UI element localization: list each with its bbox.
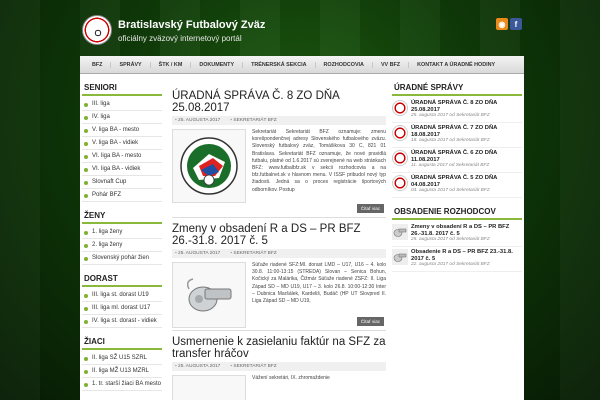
nav-item-dokumenty[interactable]: DOKUMENTY [191,61,244,68]
content-area: SENIORI III. liga IV. liga V. liga BA - … [80,74,524,400]
widget-title-obsadenie-rozhodcov: OBSADENIE ROZHODCOV [392,204,522,220]
facebook-icon[interactable]: f [510,18,522,30]
news-item[interactable]: ÚRADNÁ SPRÁVA Č. 7 ZO DŇA 18.08.2017 18.… [392,123,522,148]
site-header: Bratislavský Futbalový Zväz oficiálny zv… [80,10,524,56]
post: Zmeny v obsadení R a DS – PR BFZ 26.-31.… [172,223,386,331]
post-body: Súťaže riadené SFZ:MI. dorast LMD – U17,… [172,262,386,328]
nav-item-bfz[interactable]: BFZ [84,61,112,68]
main-column: ÚRADNÁ SPRÁVA Č. 8 ZO DŇA 25.08.2017 25.… [172,90,386,400]
post-meta: 25. AUGUSTA 2017 SEKRETARIÁT BFZ [172,116,386,125]
news-item[interactable]: Obsadenie R a DS – PR BFZ 23.-31.8. 2017… [392,247,522,272]
post-body: Sekretariát Sekretariát BFZ oznamuje: zm… [172,129,386,203]
post-title[interactable]: ÚRADNÁ SPRÁVA Č. 8 ZO DŇA 25.08.2017 [172,90,386,114]
news-date: 25. augusta 2017 od Sekretariát BFZ [411,113,490,118]
sidebar-title: ŽIACI [82,334,162,350]
whistle-icon [392,224,408,240]
sidebar-link[interactable]: Slovenský pohár žien [82,252,162,265]
news-date: 11. augusta 2017 od Sekretariát BFZ [411,163,490,168]
whistle-thumbnail[interactable] [172,262,246,328]
nav-item-stk-km[interactable]: ŠTK / KM [151,61,192,68]
post: Usmernenie k zasielaniu faktúr na SFZ za… [172,336,386,400]
sidebar-title: DORAST [82,271,162,287]
sidebar-title: ŽENY [82,208,162,224]
left-sidebar: SENIORI III. liga IV. liga V. liga BA - … [82,80,162,397]
post-author[interactable]: SEKRETARIÁT BFZ [230,118,276,123]
main-nav: BFZ SPRÁVY ŠTK / KM DOKUMENTY TRÉNERSKÁ … [80,56,524,74]
nav-item-vv-bfz[interactable]: VV BFZ [373,61,410,68]
post-title[interactable]: Zmeny v obsadení R a DS – PR BFZ 26.-31.… [172,223,386,247]
nav-item-spravy[interactable]: SPRÁVY [111,61,151,68]
news-item[interactable]: ÚRADNÁ SPRÁVA Č. 6 ZO DŇA 11.08.2017 11.… [392,148,522,173]
nav-item-trenerska-sekcia[interactable]: TRÉNERSKÁ SEKCIA [243,61,316,68]
post-author[interactable]: SEKRETARIÁT BFZ [230,251,276,256]
post-body: Vážení sekretári, IX. zhromaždenie [172,375,386,400]
sidebar-link[interactable]: IV. liga [82,111,162,124]
news-title[interactable]: ÚRADNÁ SPRÁVA Č. 6 ZO DŇA 11.08.2017 [411,150,522,163]
sidebar-link[interactable]: III. liga [82,98,162,111]
post-meta: 25. AUGUSTA 2017 SEKRETARIÁT BFZ [172,249,386,258]
news-date: 04. augusta 2017 od Sekretariát BFZ [411,188,490,193]
sidebar-link[interactable]: IV. liga st. dorast - vidiek [82,315,162,328]
sidebar-link[interactable]: II. liga MŽ U13 MZRL [82,365,162,378]
bfz-logo[interactable] [82,15,112,45]
read-more-button[interactable]: Čítať viac [356,317,384,326]
sidebar-group-dorast: DORAST III. liga st. dorast U19 III. lig… [82,271,162,328]
sidebar-title: SENIORI [82,80,162,96]
sidebar-link[interactable]: 1. liga ženy [82,226,162,239]
site-title[interactable]: Bratislavský Futbalový Zväz [118,19,265,31]
post-thumbnail[interactable] [172,375,246,400]
right-sidebar: ÚRADNÉ SPRÁVY ÚRADNÁ SPRÁVA Č. 8 ZO DŇA … [392,80,522,272]
bfz-logo-icon [392,150,408,166]
sidebar-group-seniori: SENIORI III. liga IV. liga V. liga BA - … [82,80,162,202]
read-more-button[interactable]: Čítať viac [356,204,384,213]
news-item[interactable]: Zmeny v obsadení R a DS – PR BFZ 26.-31.… [392,222,522,247]
news-title[interactable]: ÚRADNÁ SPRÁVA Č. 5 ZO DŇA 04.08.2017 [411,175,522,188]
nav-item-rozhodcovia[interactable]: ROZHODCOVIA [316,61,373,68]
post-author[interactable]: SEKRETARIÁT BFZ [230,364,276,369]
sidebar-link[interactable]: 2. liga ženy [82,239,162,252]
sidebar-link[interactable]: II. liga SŽ U15 SZRL [82,352,162,365]
bfz-logo-icon [392,175,408,191]
post-title[interactable]: Usmernenie k zasielaniu faktúr na SFZ za… [172,336,386,360]
post-date: 25. AUGUSTA 2017 [175,118,220,123]
nav-item-kontakt[interactable]: KONTAKT A ÚRADNÉ HODINY [409,62,503,68]
whistle-icon [392,249,408,265]
sidebar-link[interactable]: III. liga ml. dorast U17 [82,302,162,315]
news-title[interactable]: ÚRADNÁ SPRÁVA Č. 7 ZO DŇA 18.08.2017 [411,125,522,138]
sidebar-group-zeny: ŽENY 1. liga ženy 2. liga ženy Slovenský… [82,208,162,265]
sidebar-link[interactable]: VI. liga BA - vidiek [82,163,162,176]
post-excerpt: Vážení sekretári, IX. zhromaždenie [252,375,330,381]
post: ÚRADNÁ SPRÁVA Č. 8 ZO DŇA 25.08.2017 25.… [172,90,386,218]
news-title[interactable]: ÚRADNÁ SPRÁVA Č. 8 ZO DŇA 25.08.2017 [411,100,522,113]
bfz-logo-icon [392,100,408,116]
rss-icon[interactable]: ◉ [496,18,508,30]
news-date: 22. augusta 2017 od Sekretariát BFZ [411,262,490,267]
news-date: 18. augusta 2017 od Sekretariát BFZ [411,138,490,143]
sidebar-link[interactable]: 1. tr. starší žiaci BA mesto [82,378,162,391]
bfz-logo-thumbnail[interactable] [172,129,246,203]
post-date: 25. AUGUSTA 2017 [175,364,220,369]
news-title[interactable]: Zmeny v obsadení R a DS – PR BFZ 26.-31.… [411,224,522,237]
news-date: 25. augusta 2017 od Sekretariát BFZ [411,237,490,242]
sidebar-link[interactable]: V. liga BA - mesto [82,124,162,137]
news-item[interactable]: ÚRADNÁ SPRÁVA Č. 8 ZO DŇA 25.08.2017 25.… [392,98,522,123]
sidebar-link[interactable]: V. liga BA - vidiek [82,137,162,150]
sidebar-link[interactable]: III. liga st. dorast U19 [82,289,162,302]
post-meta: 25. AUGUSTA 2017 SEKRETARIÁT BFZ [172,362,386,371]
social-links: ◉ f [496,18,522,30]
sidebar-group-ziaci: ŽIACI II. liga SŽ U15 SZRL II. liga MŽ U… [82,334,162,391]
post-excerpt: Sekretariát Sekretariát BFZ oznamuje: zm… [252,129,386,193]
bfz-logo-icon [392,125,408,141]
widget-title-uradne-spravy: ÚRADNÉ SPRÁVY [392,80,522,96]
sidebar-link[interactable]: Pohár BFZ [82,189,162,202]
sidebar-link[interactable]: Slovnaft Cup [82,176,162,189]
news-title[interactable]: Obsadenie R a DS – PR BFZ 23.-31.8. 2017… [411,249,522,262]
post-date: 25. AUGUSTA 2017 [175,251,220,256]
news-item[interactable]: ÚRADNÁ SPRÁVA Č. 5 ZO DŇA 04.08.2017 04.… [392,173,522,198]
sidebar-link[interactable]: VI. liga BA - mesto [82,150,162,163]
site-tagline: oficiálny zväzový internetový portál [118,34,242,43]
